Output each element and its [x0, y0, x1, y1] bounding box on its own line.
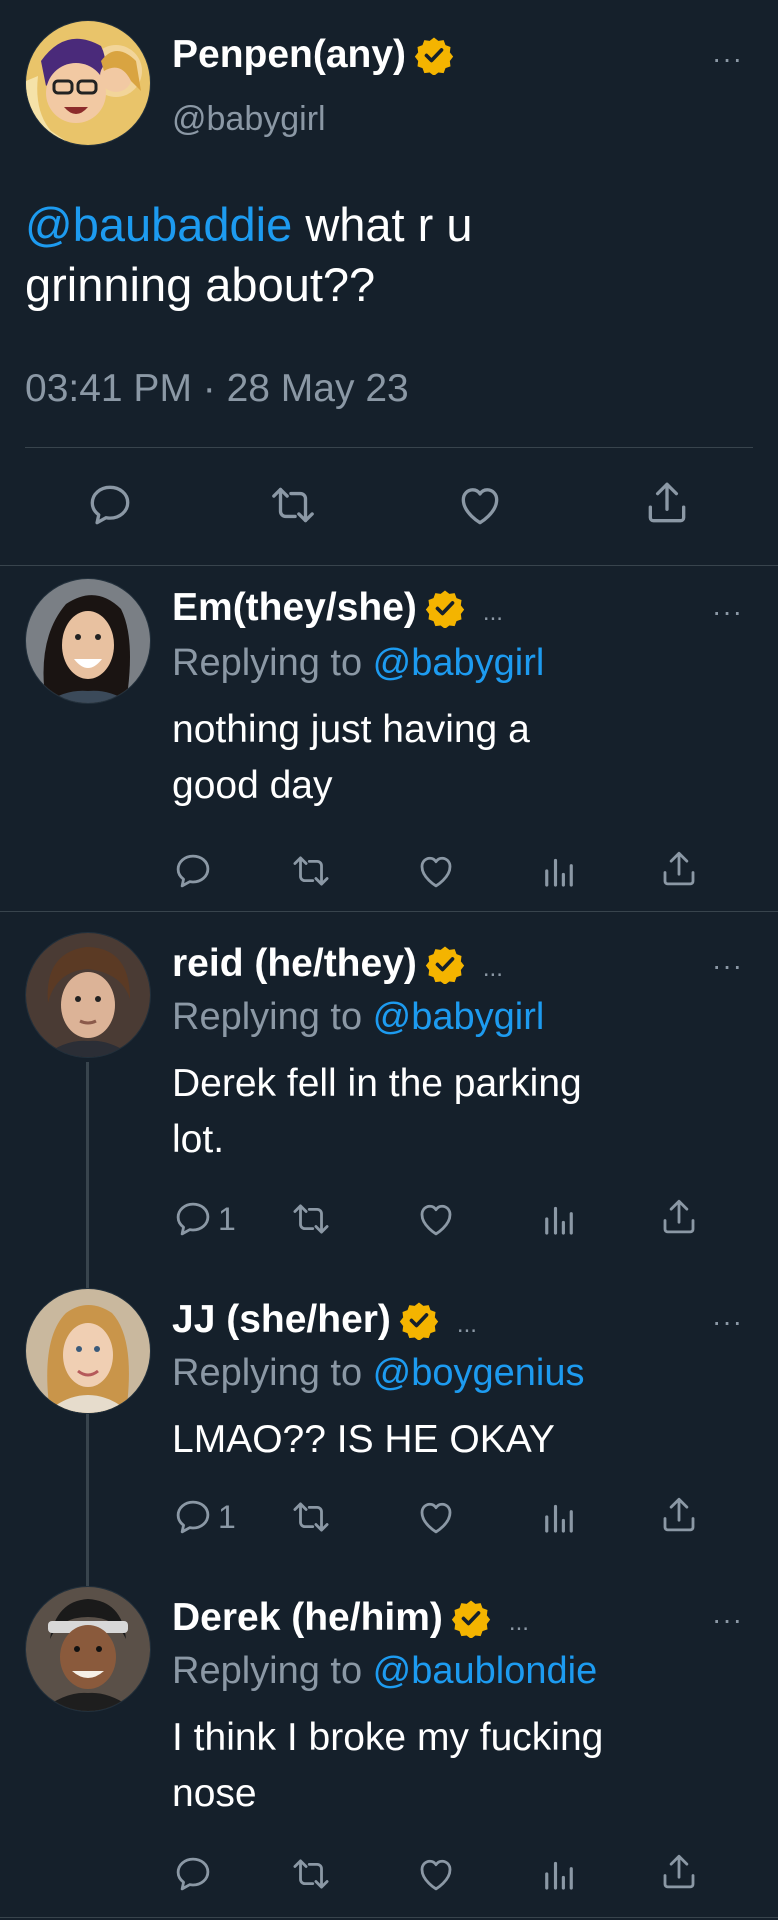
- tweet-text: Derek fell in the parking lot.: [172, 1062, 582, 1161]
- reply-icon: [85, 480, 135, 530]
- retweet-button[interactable]: [290, 1496, 332, 1538]
- replying-to-link[interactable]: @baublondie: [373, 1650, 598, 1692]
- handle-truncated: ...: [456, 1311, 477, 1338]
- avatar[interactable]: [25, 578, 151, 704]
- retweet-button[interactable]: [290, 850, 332, 892]
- share-icon: [658, 1494, 700, 1536]
- handle-truncated: ...: [482, 955, 503, 982]
- handle-truncated: ...: [482, 599, 503, 626]
- tweet-text: @baubaddie what r u grinning about??: [25, 198, 473, 311]
- main-tweet[interactable]: Penpen(any) @babygirl ··· @baubaddie wha…: [0, 0, 778, 565]
- share-icon: [658, 1196, 700, 1238]
- views-button[interactable]: [538, 1496, 580, 1538]
- like-icon: [415, 1496, 457, 1538]
- views-button[interactable]: [538, 850, 580, 892]
- retweet-icon: [290, 1198, 332, 1240]
- tweet-text: I think I broke my fucking nose: [172, 1716, 604, 1815]
- verified-badge-icon: [425, 588, 465, 628]
- verified-badge-icon: [414, 35, 454, 75]
- display-name[interactable]: Penpen(any): [172, 33, 406, 77]
- reply-icon: [172, 1853, 214, 1895]
- more-icon[interactable]: ···: [712, 1606, 743, 1634]
- like-button[interactable]: [415, 850, 457, 892]
- share-icon: [658, 1851, 700, 1893]
- retweet-icon: [268, 480, 318, 530]
- retweet-button[interactable]: [290, 1853, 332, 1895]
- timestamp[interactable]: 03:41 PM · 28 May 23: [25, 367, 409, 411]
- replying-to-link[interactable]: @boygenius: [373, 1352, 585, 1394]
- reply-count: 1: [218, 1200, 236, 1237]
- mention-link[interactable]: @baubaddie: [25, 198, 292, 251]
- share-icon: [658, 848, 700, 890]
- views-button[interactable]: [538, 1853, 580, 1895]
- avatar[interactable]: [25, 1288, 151, 1414]
- tweet-text: LMAO?? IS HE OKAY: [172, 1418, 555, 1461]
- reply-button[interactable]: 1: [172, 1496, 236, 1538]
- reply-button[interactable]: 1: [172, 1198, 236, 1240]
- like-icon: [415, 1198, 457, 1240]
- like-icon: [415, 850, 457, 892]
- retweet-icon: [290, 1853, 332, 1895]
- more-icon[interactable]: ···: [712, 45, 743, 73]
- views-icon: [538, 1198, 580, 1240]
- retweet-icon: [290, 1496, 332, 1538]
- reply-button[interactable]: [85, 480, 135, 530]
- avatar[interactable]: [25, 1586, 151, 1712]
- reply-icon: [172, 1496, 214, 1538]
- reply-count: 1: [218, 1498, 236, 1535]
- verified-badge-icon: [451, 1598, 491, 1638]
- reply-icon: [172, 850, 214, 892]
- replying-to-link[interactable]: @babygirl: [373, 996, 545, 1038]
- handle[interactable]: @babygirl: [172, 100, 326, 139]
- share-button[interactable]: [642, 478, 692, 528]
- retweet-icon: [290, 850, 332, 892]
- replying-to-link[interactable]: @babygirl: [373, 642, 545, 684]
- share-button[interactable]: [658, 848, 700, 890]
- like-button[interactable]: [455, 480, 505, 530]
- replying-to: Replying to @babygirl: [172, 642, 545, 684]
- reply-button[interactable]: [172, 850, 214, 892]
- share-button[interactable]: [658, 1196, 700, 1238]
- like-button[interactable]: [415, 1198, 457, 1240]
- views-icon: [538, 1496, 580, 1538]
- divider: [0, 1917, 778, 1918]
- more-icon[interactable]: ···: [712, 598, 743, 626]
- views-icon: [538, 1853, 580, 1895]
- tweet-text: nothing just having a good day: [172, 708, 530, 807]
- replying-to: Replying to @baublondie: [172, 1650, 598, 1692]
- handle-truncated: ...: [508, 1609, 529, 1636]
- retweet-button[interactable]: [290, 1198, 332, 1240]
- verified-badge-icon: [425, 944, 465, 984]
- reply-tweet[interactable]: reid (he/they) ... ··· Replying to @baby…: [0, 912, 778, 1242]
- avatar[interactable]: [25, 932, 151, 1058]
- display-name[interactable]: Em(they/she): [172, 586, 417, 630]
- verified-badge-icon: [399, 1300, 439, 1340]
- reply-button[interactable]: [172, 1853, 214, 1895]
- retweet-button[interactable]: [268, 480, 318, 530]
- avatar[interactable]: [25, 20, 151, 146]
- share-icon: [642, 478, 692, 528]
- more-icon[interactable]: ···: [712, 1308, 743, 1336]
- reply-tweet[interactable]: Derek (he/him) ... ··· Replying to @baub…: [0, 1568, 778, 1920]
- display-name[interactable]: JJ (she/her): [172, 1298, 391, 1342]
- like-icon: [415, 1853, 457, 1895]
- reply-tweet[interactable]: JJ (she/her) ... ··· Replying to @boygen…: [0, 1268, 778, 1548]
- replying-to: Replying to @boygenius: [172, 1352, 585, 1394]
- display-name[interactable]: reid (he/they): [172, 942, 417, 986]
- views-icon: [538, 850, 580, 892]
- share-button[interactable]: [658, 1851, 700, 1893]
- divider: [25, 447, 753, 448]
- reply-tweet[interactable]: Em(they/she) ... ··· Replying to @babygi…: [0, 566, 778, 910]
- like-button[interactable]: [415, 1496, 457, 1538]
- like-button[interactable]: [415, 1853, 457, 1895]
- views-button[interactable]: [538, 1198, 580, 1240]
- more-icon[interactable]: ···: [712, 952, 743, 980]
- display-name[interactable]: Derek (he/him): [172, 1596, 443, 1640]
- like-icon: [455, 480, 505, 530]
- share-button[interactable]: [658, 1494, 700, 1536]
- replying-to: Replying to @babygirl: [172, 996, 545, 1038]
- reply-icon: [172, 1198, 214, 1240]
